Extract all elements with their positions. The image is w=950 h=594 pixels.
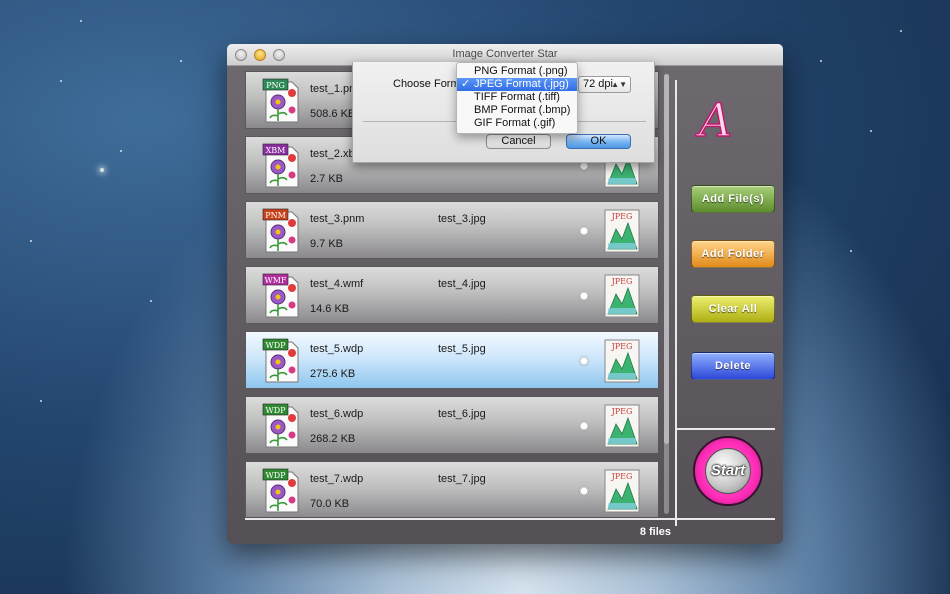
file-row[interactable]: WDP test_5.wdp 275.6 KB test_5.jpg ✹ JPE… <box>245 331 659 389</box>
source-file-icon: WMF <box>262 273 299 318</box>
file-row[interactable]: PNM test_3.pnm 9.7 KB test_3.jpg ✹ JPEG <box>245 201 659 259</box>
gear-icon[interactable]: ✹ <box>576 418 592 434</box>
format-dropdown-menu[interactable]: PNG Format (.png) ✓ JPEG Format (.jpg) TIFF… <box>456 62 578 134</box>
start-label: Start <box>705 448 751 494</box>
svg-text:JPEG: JPEG <box>611 342 633 351</box>
format-menu-item[interactable]: ✓ JPEG Format (.jpg) <box>457 78 577 91</box>
output-file-name: test_3.jpg <box>438 213 486 225</box>
format-menu-item[interactable]: BMP Format (.bmp) <box>457 104 577 117</box>
file-row[interactable]: WDP test_7.wdp 70.0 KB test_7.jpg ✹ JPEG <box>245 461 659 517</box>
svg-text:JPEG: JPEG <box>611 472 633 481</box>
star <box>180 60 182 62</box>
svg-text:A: A <box>695 93 732 147</box>
add-folder-button[interactable]: Add Folder <box>691 240 775 268</box>
format-menu-item-label: JPEG Format (.jpg) <box>474 78 569 90</box>
svg-text:WMF: WMF <box>265 276 287 285</box>
star <box>850 250 852 252</box>
svg-text:JPEG: JPEG <box>611 277 633 286</box>
svg-text:WDP: WDP <box>265 406 286 415</box>
star <box>100 168 104 172</box>
file-size: 508.6 KB <box>310 108 356 120</box>
file-row[interactable]: WMF test_4.wmf 14.6 KB test_4.jpg ✹ JPEG <box>245 266 659 324</box>
svg-text:JPEG: JPEG <box>611 407 633 416</box>
star <box>80 20 82 22</box>
star <box>820 60 822 62</box>
star <box>900 30 902 32</box>
delete-button[interactable]: Delete <box>691 352 775 380</box>
output-file-icon: JPEG <box>604 274 640 318</box>
list-scrollbar[interactable] <box>664 74 669 514</box>
dpi-value: 72 dpi <box>583 78 613 90</box>
file-name: test_4.wmf <box>310 278 364 290</box>
add-files-button[interactable]: Add File(s) <box>691 185 775 213</box>
file-name: test_6.wdp <box>310 408 364 420</box>
window-title: Image Converter Star <box>452 48 558 60</box>
svg-text:PNG: PNG <box>266 81 285 90</box>
svg-text:WDP: WDP <box>265 471 286 480</box>
divider <box>245 518 775 520</box>
gear-icon[interactable]: ✹ <box>576 223 592 239</box>
file-name: test_5.wdp <box>310 343 364 355</box>
output-file-name: test_5.jpg <box>438 343 486 355</box>
star <box>30 240 32 242</box>
dpi-select[interactable]: 72 dpi ▲▼ <box>578 76 631 93</box>
scrollbar-knob[interactable] <box>664 74 669 444</box>
source-file-icon: XBM <box>262 143 299 188</box>
divider <box>675 80 677 526</box>
file-name: test_3.pnm <box>310 213 365 225</box>
star <box>40 400 42 402</box>
output-file-icon: JPEG <box>604 404 640 448</box>
output-file-icon: JPEG <box>604 469 640 513</box>
format-menu-item-label: TIFF Format (.tiff) <box>474 91 560 103</box>
format-menu-item-label: PNG Format (.png) <box>474 65 568 77</box>
output-file-icon: JPEG <box>604 339 640 383</box>
svg-text:PNM: PNM <box>265 211 286 220</box>
gear-icon[interactable]: ✹ <box>576 353 592 369</box>
file-count: 8 files <box>639 526 671 538</box>
file-size: 9.7 KB <box>310 238 344 250</box>
source-file-icon: WDP <box>262 468 299 513</box>
cancel-button[interactable]: Cancel <box>486 134 551 149</box>
star <box>150 300 152 302</box>
svg-text:XBM: XBM <box>266 146 286 155</box>
ok-button[interactable]: OK <box>566 134 631 149</box>
clear-all-button[interactable]: Clear All <box>691 295 775 323</box>
file-size: 70.0 KB <box>310 498 350 510</box>
source-file-icon: PNM <box>262 208 299 253</box>
format-menu-item[interactable]: GIF Format (.gif) <box>457 117 577 130</box>
svg-text:JPEG: JPEG <box>611 212 633 221</box>
format-menu-item-label: BMP Format (.bmp) <box>474 104 571 116</box>
star <box>120 150 122 152</box>
output-file-name: test_7.jpg <box>438 473 486 485</box>
source-file-icon: WDP <box>262 338 299 383</box>
star <box>60 80 62 82</box>
output-file-name: test_6.jpg <box>438 408 486 420</box>
star <box>870 130 872 132</box>
chevron-updown-icon: ▲▼ <box>611 80 627 89</box>
gear-icon[interactable]: ✹ <box>576 483 592 499</box>
format-menu-item[interactable]: PNG Format (.png) <box>457 65 577 78</box>
output-file-icon: JPEG <box>604 209 640 253</box>
divider <box>675 428 775 430</box>
source-file-icon: PNG <box>262 78 299 123</box>
file-size: 268.2 KB <box>310 433 356 445</box>
app-logo-icon: A <box>694 92 733 148</box>
source-file-icon: WDP <box>262 403 299 448</box>
output-file-name: test_4.jpg <box>438 278 486 290</box>
file-size: 275.6 KB <box>310 368 356 380</box>
gear-icon[interactable]: ✹ <box>576 288 592 304</box>
checkmark-icon: ✓ <box>461 78 471 90</box>
file-size: 14.6 KB <box>310 303 350 315</box>
start-button[interactable]: Start <box>693 436 763 506</box>
file-name: test_7.wdp <box>310 473 364 485</box>
svg-text:WDP: WDP <box>265 341 286 350</box>
file-size: 2.7 KB <box>310 173 344 185</box>
format-menu-item-label: GIF Format (.gif) <box>474 117 556 129</box>
file-row[interactable]: WDP test_6.wdp 268.2 KB test_6.jpg ✹ JPE… <box>245 396 659 454</box>
format-menu-item[interactable]: TIFF Format (.tiff) <box>457 91 577 104</box>
